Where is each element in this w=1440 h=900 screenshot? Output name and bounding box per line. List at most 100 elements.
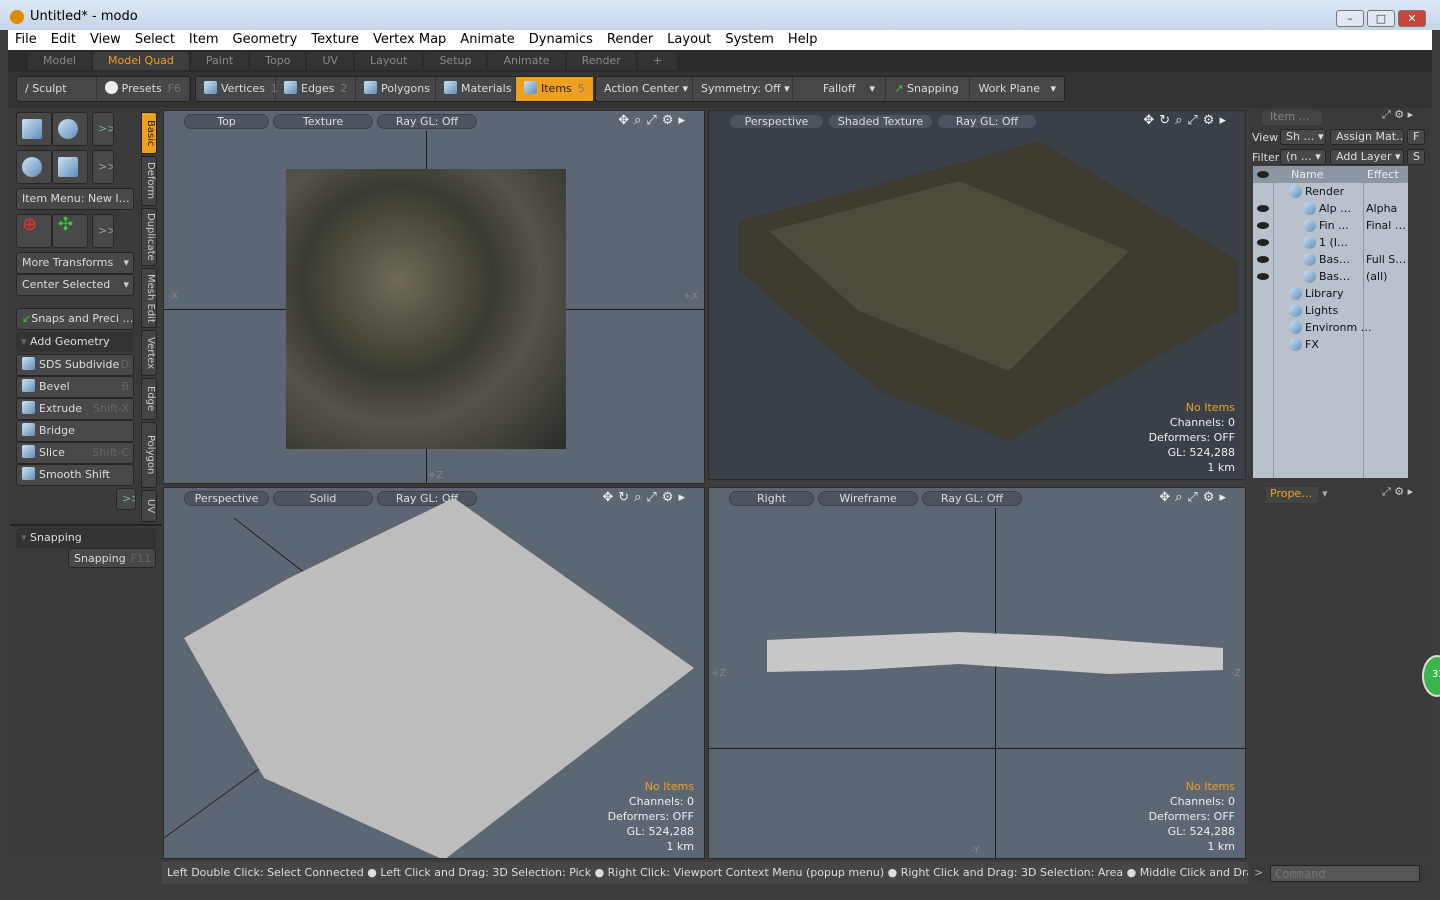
more-shapes-button[interactable]: >> xyxy=(92,150,114,184)
layout-tab[interactable]: Paint xyxy=(190,52,249,70)
viewport-nav-icons[interactable]: ✥⌕⤢⚙▸ xyxy=(618,113,690,128)
maximize-button[interactable]: □ xyxy=(1367,10,1395,27)
filter-dropdown[interactable]: (n … ▾ xyxy=(1280,149,1326,165)
side-tab-uv[interactable]: UV xyxy=(141,490,157,522)
menu-vertex-map[interactable]: Vertex Map xyxy=(366,30,453,50)
more-transforms-arrows[interactable]: >> xyxy=(92,214,114,248)
layout-tab[interactable]: Animate xyxy=(488,52,565,70)
tool-sds-subdivide[interactable]: SDS Subdivide D xyxy=(16,354,134,376)
menu-animate[interactable]: Animate xyxy=(453,30,521,50)
s-button[interactable]: S xyxy=(1407,149,1425,165)
viewport-perspective-textured[interactable]: Perspective Shaded Texture Ray GL: Off ✥↻⌕… xyxy=(708,110,1246,480)
symmetry-dropdown[interactable]: Symmetry: Off ▾ xyxy=(693,77,793,101)
snapping-button[interactable]: ↗ Snapping xyxy=(886,77,971,101)
menu-edit[interactable]: Edit xyxy=(44,30,83,50)
action-center-dropdown[interactable]: Action Center ▾ xyxy=(596,77,693,101)
menu-view[interactable]: View xyxy=(83,30,128,50)
tool-bridge[interactable]: Bridge xyxy=(16,420,134,442)
move-button[interactable]: ✣ xyxy=(52,214,88,248)
menu-layout[interactable]: Layout xyxy=(660,30,718,50)
tree-row[interactable]: Alp … Alpha xyxy=(1253,200,1408,217)
center-selected-dropdown[interactable]: Center Selected ▾ xyxy=(16,274,134,296)
layout-tab[interactable]: Topo xyxy=(250,52,306,70)
tree-row[interactable]: Bas… Full S… xyxy=(1253,251,1408,268)
side-tab-basic[interactable]: Basic xyxy=(141,112,157,154)
add-geometry-header[interactable]: ▾ Add Geometry xyxy=(16,332,134,352)
panel-options-icons[interactable]: ⤢ ⚙ ▸ xyxy=(1382,485,1413,499)
menu-texture[interactable]: Texture xyxy=(304,30,366,50)
menu-file[interactable]: File xyxy=(8,30,44,50)
tree-row[interactable]: Environm … xyxy=(1253,319,1408,336)
side-tab-mesh-edit[interactable]: Mesh Edit xyxy=(141,268,157,328)
mode-items[interactable]: Items 5 xyxy=(516,77,594,101)
menu-geometry[interactable]: Geometry xyxy=(226,30,305,50)
tree-row[interactable]: Render xyxy=(1253,183,1408,200)
menu-item[interactable]: Item xyxy=(182,30,226,50)
transform-button[interactable]: ⊕ xyxy=(16,214,52,248)
mode-vertices[interactable]: Vertices 1 xyxy=(196,77,278,101)
menu-dynamics[interactable]: Dynamics xyxy=(522,30,600,50)
visibility-eye-icon[interactable] xyxy=(1257,222,1269,229)
tree-row[interactable]: Library xyxy=(1253,285,1408,302)
tree-row[interactable]: Bas… (all) xyxy=(1253,268,1408,285)
mode-edges[interactable]: Edges 2 xyxy=(276,77,356,101)
tab-dropdown-icon[interactable]: ▾ xyxy=(1322,487,1328,500)
more-primitives-button[interactable]: >> xyxy=(92,112,114,146)
menu-help[interactable]: Help xyxy=(781,30,825,50)
add-layer-dropdown[interactable]: Add Layer ▾ xyxy=(1330,149,1404,165)
viewport-right[interactable]: Right Wireframe Ray GL: Off ✥⌕⤢⚙▸ +Z -Z -Y… xyxy=(708,487,1246,859)
mode-materials[interactable]: Materials xyxy=(436,77,516,101)
layout-tab[interactable]: Layout xyxy=(355,52,423,70)
tool-bevel[interactable]: Bevel B xyxy=(16,376,134,398)
snapping-toggle[interactable]: Snapping F11 xyxy=(68,548,156,568)
layout-tab[interactable]: UV xyxy=(307,52,354,70)
raygl-toggle[interactable]: Ray GL: Off xyxy=(377,114,477,129)
layout-tab[interactable]: Setup xyxy=(424,52,487,70)
more-transforms-dropdown[interactable]: More Transforms ▾ xyxy=(16,252,134,274)
layout-tab[interactable]: Model Quad xyxy=(93,52,189,70)
side-tab-polygon[interactable]: Polygon xyxy=(141,422,157,488)
panel-options-icons[interactable]: ⤢ ⚙ ▸ xyxy=(1382,108,1413,122)
visibility-eye-icon[interactable] xyxy=(1257,239,1269,246)
tool-extrude[interactable]: Extrude Shift-X xyxy=(16,398,134,420)
layout-tab[interactable]: + xyxy=(637,52,677,70)
layout-tab[interactable]: Model xyxy=(28,52,92,70)
view-dropdown[interactable]: Sh … ▾ xyxy=(1280,129,1326,145)
menu-system[interactable]: System xyxy=(718,30,780,50)
tree-row[interactable]: Lights xyxy=(1253,302,1408,319)
visibility-eye-icon[interactable] xyxy=(1257,273,1269,280)
tree-row[interactable]: 1 (I… xyxy=(1253,234,1408,251)
cube-button[interactable] xyxy=(16,112,52,146)
assign-material-button[interactable]: Assign Mat… xyxy=(1330,129,1404,145)
capsule-button[interactable] xyxy=(52,150,88,184)
item-menu-dropdown[interactable]: Item Menu: New I… ▾ xyxy=(16,188,134,210)
visibility-eye-icon[interactable] xyxy=(1257,256,1269,263)
work-plane-dropdown[interactable]: Work Plane ▾ xyxy=(970,77,1064,101)
torus-button[interactable] xyxy=(16,150,52,184)
tool-smooth-shift[interactable]: Smooth Shift xyxy=(16,464,134,486)
close-button[interactable]: ✕ xyxy=(1398,10,1426,27)
visibility-eye-icon[interactable] xyxy=(1257,205,1269,212)
command-input[interactable] xyxy=(1270,865,1420,882)
view-type-dropdown[interactable]: Top xyxy=(184,114,269,129)
viewport-top[interactable]: Top Texture Ray GL: Off ✥⌕⤢⚙▸ -X +X +Z xyxy=(163,110,705,484)
tool-slice[interactable]: Slice Shift-C xyxy=(16,442,134,464)
tree-row[interactable]: Fin … Final … xyxy=(1253,217,1408,234)
minimize-button[interactable]: – xyxy=(1336,10,1364,27)
sphere-button[interactable] xyxy=(52,112,88,146)
side-tab-deform[interactable]: Deform xyxy=(141,156,157,206)
falloff-dropdown[interactable]: Falloff ▾ xyxy=(793,77,887,101)
f-button[interactable]: F xyxy=(1407,129,1425,145)
item-list-tab[interactable]: Item … xyxy=(1262,110,1322,125)
side-tab-edge[interactable]: Edge xyxy=(141,378,157,420)
presets-button[interactable]: Presets F6 xyxy=(97,77,190,101)
tree-row[interactable]: FX xyxy=(1253,336,1408,353)
properties-tab[interactable]: Prope… xyxy=(1266,487,1318,503)
menu-render[interactable]: Render xyxy=(600,30,660,50)
viewport-perspective-solid[interactable]: Perspective Solid Ray GL: Off ✥↻⌕⤢⚙▸ No It… xyxy=(163,487,705,859)
sculpt-button[interactable]: / Sculpt xyxy=(17,77,97,101)
more-tools-button[interactable]: >> xyxy=(116,488,136,510)
layout-tab[interactable]: Render xyxy=(566,52,636,70)
menu-select[interactable]: Select xyxy=(128,30,182,50)
snaps-button[interactable]: ↙Snaps and Preci … xyxy=(16,308,134,330)
